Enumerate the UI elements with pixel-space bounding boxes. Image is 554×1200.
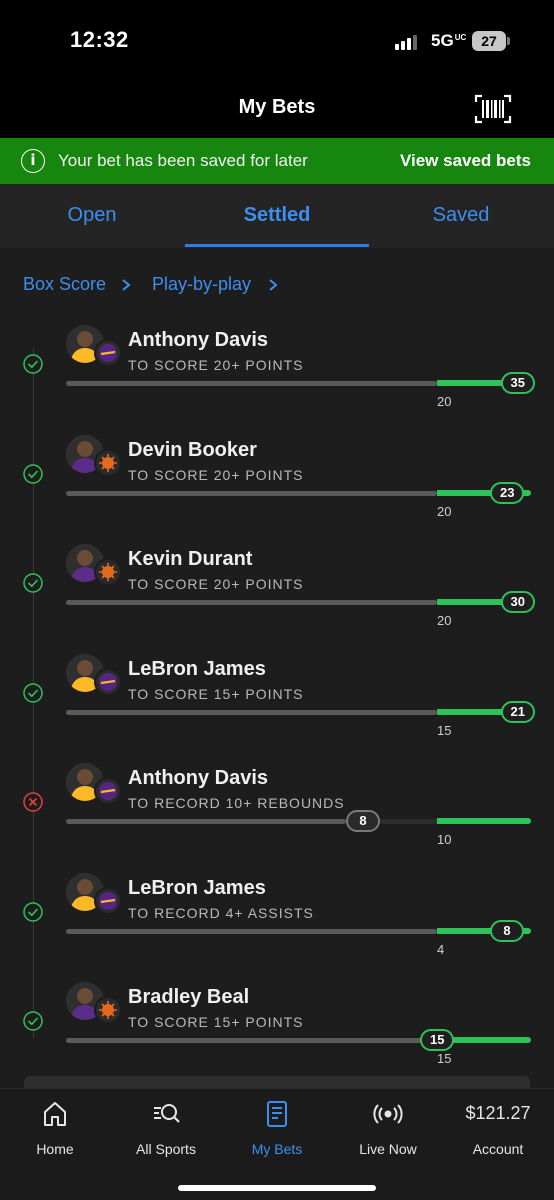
bet-market: TO RECORD 4+ ASSISTS: [128, 904, 314, 921]
card-footer-edge: [24, 1076, 530, 1088]
bet-leg[interactable]: Kevin Durant TO SCORE 20+ POINTS 20 30: [0, 541, 554, 651]
x-circle-icon: [23, 792, 43, 812]
status-bar: 12:32 5GUC 27: [0, 0, 554, 80]
result-value-badge: 8: [490, 919, 524, 942]
team-logo-icon: [94, 558, 122, 586]
team-logo-icon: [94, 448, 122, 477]
barcode-scanner-icon[interactable]: [474, 94, 512, 124]
bet-leg[interactable]: LeBron James TO SCORE 15+ POINTS 15 21: [0, 651, 554, 761]
home-indicator: [178, 1185, 376, 1191]
tab-open[interactable]: Open: [0, 204, 184, 227]
progress-track: [66, 600, 437, 605]
battery-tip: [507, 37, 510, 45]
bet-leg[interactable]: Anthony Davis TO SCORE 20+ POINTS 20 35: [0, 322, 554, 432]
status-time: 12:32: [70, 27, 129, 52]
team-logo-icon: [94, 777, 122, 805]
info-icon: i: [21, 149, 45, 173]
active-tab-indicator: [185, 244, 369, 247]
result-value-badge: 15: [420, 1029, 455, 1051]
result-value-badge: 8: [346, 810, 380, 832]
player-name: Bradley Beal: [128, 986, 250, 1008]
live-broadcast-icon: [373, 1104, 403, 1124]
bet-market: TO SCORE 15+ POINTS: [128, 685, 304, 702]
bet-leg[interactable]: LeBron James TO RECORD 4+ ASSISTS 4 8: [0, 870, 554, 980]
threshold-label: 20: [437, 613, 452, 628]
check-circle-icon: [23, 354, 43, 374]
result-value-badge: 30: [500, 591, 535, 613]
progress-track: [66, 381, 437, 386]
player-name: Devin Booker: [128, 438, 257, 461]
bet-slip-icon: [267, 1101, 287, 1127]
bet-market: TO SCORE 20+ POINTS: [128, 576, 304, 592]
player-name: LeBron James: [128, 657, 266, 680]
result-value-badge: 35: [500, 372, 535, 394]
threshold-label: 4: [437, 941, 445, 957]
bottom-navigation: Home All Sports My Bets Live Now $121.27…: [0, 1088, 554, 1200]
threshold-label: 15: [437, 722, 452, 738]
bet-market: TO RECORD 10+ REBOUNDS: [128, 795, 345, 811]
check-circle-icon: [23, 1011, 43, 1031]
bet-leg[interactable]: Devin Booker TO SCORE 20+ POINTS 20 23: [0, 432, 554, 542]
bet-card: Box Score Play-by-play Anthony Davis TO S…: [0, 248, 554, 1088]
threshold-label: 15: [437, 1051, 452, 1066]
nav-live-now[interactable]: Live Now: [333, 1099, 443, 1157]
nav-all-sports[interactable]: All Sports: [111, 1099, 221, 1157]
tab-settled[interactable]: Settled: [185, 204, 369, 227]
tab-saved[interactable]: Saved: [369, 204, 553, 227]
player-name: LeBron James: [128, 876, 266, 899]
check-circle-icon: [23, 901, 43, 922]
team-logo-icon: [94, 339, 122, 367]
player-name: Kevin Durant: [128, 548, 253, 570]
cellular-signal-icon: [395, 34, 421, 50]
nav-account[interactable]: $121.27 Account: [443, 1099, 553, 1157]
threshold-label: 10: [437, 832, 452, 847]
progress-track: [66, 819, 346, 824]
bet-market: TO SCORE 20+ POINTS: [128, 357, 304, 373]
progress-track: [66, 709, 437, 715]
network-type: 5GUC: [431, 31, 467, 50]
nav-my-bets[interactable]: My Bets: [222, 1099, 332, 1157]
threshold-label: 20: [437, 394, 452, 409]
home-icon: [44, 1102, 66, 1126]
check-circle-icon: [23, 463, 43, 484]
result-value-badge: 21: [500, 700, 535, 723]
banner-message: Your bet has been saved for later: [58, 151, 308, 170]
threshold-label: 20: [437, 503, 452, 519]
chevron-right-icon: [269, 279, 278, 291]
player-name: Anthony Davis: [128, 767, 269, 789]
nav-home[interactable]: Home: [0, 1099, 110, 1157]
progress-track: [66, 928, 437, 934]
page-title: My Bets: [238, 96, 316, 118]
team-logo-icon: [94, 886, 122, 915]
saved-bet-banner: i Your bet has been saved for later View…: [0, 138, 554, 184]
player-name: Anthony Davis: [128, 329, 269, 351]
progress-track: [66, 490, 437, 496]
bet-leg[interactable]: Anthony Davis TO RECORD 10+ REBOUNDS 10 8: [0, 760, 554, 870]
team-logo-icon: [94, 996, 122, 1024]
bet-leg[interactable]: Bradley Beal TO SCORE 15+ POINTS 15 15: [0, 979, 554, 1088]
check-circle-icon: [23, 682, 43, 703]
chevron-right-icon: [122, 279, 131, 291]
result-value-badge: 23: [490, 481, 525, 504]
view-saved-bets-link[interactable]: View saved bets: [400, 151, 531, 171]
team-logo-icon: [94, 667, 122, 696]
target-segment: [437, 818, 531, 824]
search-sports-icon: [154, 1104, 180, 1123]
account-balance: $121.27: [465, 1103, 531, 1123]
bet-tabs: Open Settled Saved: [0, 184, 554, 248]
app-header: My Bets: [0, 80, 554, 138]
battery-icon: 27: [472, 31, 506, 51]
bet-market: TO SCORE 15+ POINTS: [128, 1014, 304, 1030]
check-circle-icon: [23, 573, 43, 593]
bet-market: TO SCORE 20+ POINTS: [128, 466, 304, 483]
progress-track: [66, 1038, 437, 1043]
